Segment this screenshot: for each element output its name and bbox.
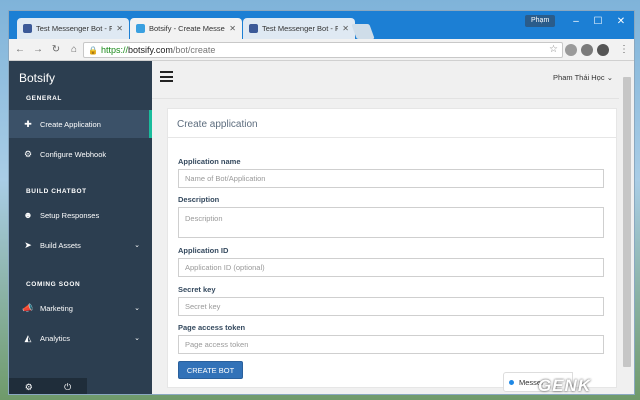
page-token-label: Page access token [178,323,246,332]
scrollbar-thumb[interactable] [623,77,631,367]
tab-messenger-2[interactable]: Test Messenger Bot - Face ✕ [243,18,355,39]
browser-toolbar: ← → ↻ ⌂ 🔒 https://botsify.com/bot/create… [9,39,634,61]
create-application-panel: Create application Application name Desc… [167,108,617,388]
app-name-label: Application name [178,157,241,166]
power-icon[interactable]: ⏻ [64,382,71,393]
facebook-icon [249,24,258,33]
brand-logo[interactable]: Botsify [9,61,152,95]
app-id-input[interactable] [178,258,604,277]
sidebar: Botsify GENERAL ✚ Create Application ⚙ C… [9,61,152,394]
chevron-down-icon: ⌄ [134,242,140,249]
app-id-label: Application ID [178,246,229,255]
reddit-icon: ☻ [23,210,33,220]
area-chart-icon: ◭ [24,332,32,343]
page-token-input[interactable] [178,335,604,354]
lock-icon: 🔒 [88,45,98,55]
secret-key-label: Secret key [178,285,216,294]
close-tab-icon[interactable]: ✕ [342,24,349,33]
tab-messenger-1[interactable]: Test Messenger Bot - Face ✕ [17,18,129,39]
extension-icon[interactable] [565,44,577,56]
close-tab-icon[interactable]: ✕ [116,24,123,33]
hamburger-menu-icon[interactable] [160,71,173,82]
bullhorn-icon: 📣 [22,302,34,313]
menu-icon[interactable]: ⋮ [617,43,631,57]
user-menu[interactable]: Pham Thái Học ⌄ [553,73,613,82]
botsify-icon [136,24,145,33]
browser-window: Test Messenger Bot - Face ✕ Botsify - Cr… [8,10,635,395]
send-icon: ➤ [24,239,32,250]
address-bar[interactable]: 🔒 https://botsify.com/bot/create ☆ [83,42,563,58]
chevron-down-icon: ⌄ [134,305,140,312]
sidebar-item-create-application[interactable]: ✚ Create Application [9,110,152,138]
create-bot-button[interactable]: CREATE BOT [178,361,243,379]
top-bar: Pham Thái Học ⌄ [152,61,619,99]
chevron-down-icon: ⌄ [134,335,140,342]
status-dot-icon [509,379,514,385]
app-name-input[interactable] [178,169,604,188]
tab-botsify[interactable]: Botsify - Create Messeng ✕ [130,18,242,39]
settings-gear-icon[interactable]: ⚙ [25,382,33,393]
sidebar-item-configure-webhook[interactable]: ⚙ Configure Webhook [9,140,152,168]
description-textarea[interactable] [178,207,604,238]
sidebar-item-marketing[interactable]: 📣 Marketing ⌄ [9,294,152,322]
bookmark-star-icon[interactable]: ☆ [549,44,558,55]
extension-icon[interactable] [581,44,593,56]
webhook-icon: ⚙ [23,148,33,159]
close-tab-icon[interactable]: ✕ [229,24,236,33]
section-build-chatbot: BUILD CHATBOT [26,188,87,195]
plus-icon: ✚ [24,118,32,129]
secret-key-input[interactable] [178,297,604,316]
panel-title: Create application [168,109,616,138]
maximize-icon[interactable]: ☐ [589,15,607,29]
facebook-icon [23,24,32,33]
sidebar-item-build-assets[interactable]: ➤ Build Assets ⌄ [9,231,152,259]
description-label: Description [178,195,220,204]
close-window-icon[interactable]: ✕ [612,15,630,29]
reload-icon[interactable]: ↻ [49,43,63,57]
back-icon[interactable]: ← [13,43,27,57]
sidebar-item-setup-responses[interactable]: ☻ Setup Responses [9,201,152,229]
sidebar-item-analytics[interactable]: ◭ Analytics ⌄ [9,324,152,352]
genk-watermark: GENK [538,376,592,395]
extension-icon[interactable] [597,44,609,56]
minimize-icon[interactable]: – [567,15,585,29]
section-coming-soon: COMING SOON [26,281,81,288]
forward-icon[interactable]: → [31,43,45,57]
page: Botsify GENERAL ✚ Create Application ⚙ C… [9,61,634,394]
section-general: GENERAL [26,95,62,102]
profile-badge[interactable]: Phạm [525,15,556,27]
title-bar: Test Messenger Bot - Face ✕ Botsify - Cr… [9,11,634,39]
home-icon[interactable]: ⌂ [67,43,81,57]
caret-down-icon: ⌄ [606,73,613,82]
sidebar-footer: ⚙ ⏻ [9,378,87,394]
